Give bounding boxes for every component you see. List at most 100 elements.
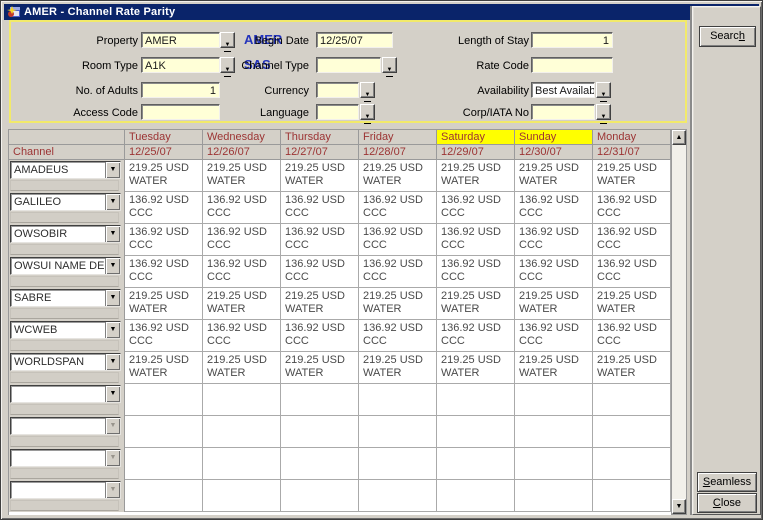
close-button[interactable]: Close: [697, 493, 757, 513]
channel-combobox[interactable]: ▼: [10, 481, 121, 499]
rate-cell: 219.25 USDWATER: [125, 160, 203, 192]
rate-amount: 136.92 USD: [519, 258, 591, 271]
rate-code: CCC: [207, 239, 279, 252]
rate-code: CCC: [363, 207, 435, 220]
search-button[interactable]: Search: [699, 26, 756, 47]
availability-select[interactable]: Best Available: [531, 82, 595, 98]
rate-cell: [359, 384, 437, 416]
channel-cell: SABRE▼: [9, 288, 125, 320]
rate-amount: 136.92 USD: [441, 322, 513, 335]
rate-cell: 219.25 USDWATER: [515, 160, 593, 192]
table-row: ▼: [9, 448, 671, 480]
channel-cell: ▼: [9, 416, 125, 448]
channel-combobox[interactable]: GALILEO▼: [10, 193, 121, 211]
table-row: WCWEB▼136.92 USDCCC136.92 USDCCC136.92 U…: [9, 320, 671, 352]
day-header-wednesday: Wednesday: [203, 130, 281, 145]
chevron-down-icon[interactable]: ▼: [105, 482, 120, 498]
channel-header-spacer: [9, 130, 125, 145]
begin-date-field[interactable]: 12/25/07: [316, 32, 393, 48]
channel-cell-filler: [10, 404, 119, 415]
length-of-stay-label: Length of Stay: [421, 35, 529, 47]
channel-cell-filler: [10, 340, 119, 351]
rate-cell: 219.25 USDWATER: [437, 160, 515, 192]
rate-cell: 219.25 USDWATER: [359, 352, 437, 384]
channel-combobox[interactable]: AMADEUS▼: [10, 161, 121, 179]
rate-code: CCC: [441, 335, 513, 348]
rate-cell: [203, 416, 281, 448]
grid-header-day-names: TuesdayWednesdayThursdayFridaySaturdaySu…: [9, 130, 671, 145]
channel-cell-filler: [10, 436, 119, 447]
chevron-down-icon[interactable]: ▼: [105, 322, 120, 338]
rate-code: CCC: [597, 271, 669, 284]
seamless-button[interactable]: Seamless: [697, 472, 757, 492]
channel-combobox[interactable]: ▼: [10, 385, 121, 403]
rate-code: WATER: [519, 367, 591, 380]
rate-amount: 136.92 USD: [441, 194, 513, 207]
rate-cell: [593, 480, 671, 512]
chevron-down-icon[interactable]: ▼: [105, 194, 120, 210]
channel-combobox[interactable]: SABRE▼: [10, 289, 121, 307]
chevron-down-icon[interactable]: ▼: [105, 162, 120, 178]
currency-field[interactable]: [316, 82, 359, 98]
rate-amount: 136.92 USD: [285, 194, 357, 207]
rate-cell: [593, 416, 671, 448]
chevron-down-icon[interactable]: ▼: [105, 418, 120, 434]
channel-cell-filler: [10, 468, 119, 479]
channel-combobox[interactable]: ▼: [10, 417, 121, 435]
corp-iata-label: Corp/IATA No: [421, 107, 529, 119]
chevron-down-icon[interactable]: ▼: [105, 290, 120, 306]
rate-cell: 136.92 USDCCC: [125, 256, 203, 288]
channel-combobox[interactable]: OWSOBIR▼: [10, 225, 121, 243]
channel-cell: OWSUI NAME DESC▼: [9, 256, 125, 288]
channel-combobox[interactable]: OWSUI NAME DESC▼: [10, 257, 121, 275]
rate-code: CCC: [285, 271, 357, 284]
rate-code: CCC: [597, 207, 669, 220]
rate-cell: 136.92 USDCCC: [437, 256, 515, 288]
corp-iata-field[interactable]: [531, 104, 595, 120]
rate-code: WATER: [285, 367, 357, 380]
rate-amount: 219.25 USD: [285, 354, 357, 367]
availability-dropdown-icon[interactable]: ▼: [596, 82, 611, 98]
rate-cell: 136.92 USDCCC: [593, 320, 671, 352]
language-dropdown-icon[interactable]: ▼: [360, 104, 375, 120]
grid-vertical-scrollbar[interactable]: ▲ ▼: [671, 129, 687, 515]
language-field[interactable]: [316, 104, 359, 120]
chevron-down-icon[interactable]: ▼: [105, 386, 120, 402]
rate-code: WATER: [363, 175, 435, 188]
channel-type-field[interactable]: [316, 57, 381, 73]
rate-amount: 136.92 USD: [441, 258, 513, 271]
rate-amount: 136.92 USD: [207, 258, 279, 271]
corp-iata-dropdown-icon[interactable]: ▼: [596, 104, 611, 120]
channel-combobox-value: [11, 450, 105, 466]
rate-code: CCC: [363, 239, 435, 252]
currency-dropdown-icon[interactable]: ▼: [360, 82, 375, 98]
channel-combobox[interactable]: ▼: [10, 449, 121, 467]
table-row: ▼: [9, 384, 671, 416]
rate-amount: 219.25 USD: [441, 162, 513, 175]
chevron-down-icon[interactable]: ▼: [105, 258, 120, 274]
rate-amount: 136.92 USD: [363, 226, 435, 239]
rate-code: CCC: [597, 335, 669, 348]
scroll-down-icon[interactable]: ▼: [672, 499, 686, 514]
rate-code-field[interactable]: [531, 57, 613, 73]
channel-cell: AMADEUS▼: [9, 160, 125, 192]
channel-type-dropdown-icon[interactable]: ▼: [382, 57, 397, 73]
scroll-up-icon[interactable]: ▲: [672, 130, 686, 145]
rate-cell: [203, 480, 281, 512]
date-header: 12/27/07: [281, 145, 359, 160]
rate-code: CCC: [519, 207, 591, 220]
rate-cell: [437, 480, 515, 512]
channel-combobox[interactable]: WORLDSPAN▼: [10, 353, 121, 371]
rate-amount: 136.92 USD: [363, 322, 435, 335]
day-header-monday: Monday: [593, 130, 671, 145]
rate-code: CCC: [441, 207, 513, 220]
length-of-stay-field[interactable]: 1: [531, 32, 613, 48]
rate-cell: 136.92 USDCCC: [437, 192, 515, 224]
chevron-down-icon[interactable]: ▼: [105, 450, 120, 466]
channel-combobox[interactable]: WCWEB▼: [10, 321, 121, 339]
chevron-down-icon[interactable]: ▼: [105, 354, 120, 370]
rate-cell: 136.92 USDCCC: [515, 224, 593, 256]
language-label: Language: [201, 107, 309, 119]
rate-code: CCC: [285, 207, 357, 220]
chevron-down-icon[interactable]: ▼: [105, 226, 120, 242]
